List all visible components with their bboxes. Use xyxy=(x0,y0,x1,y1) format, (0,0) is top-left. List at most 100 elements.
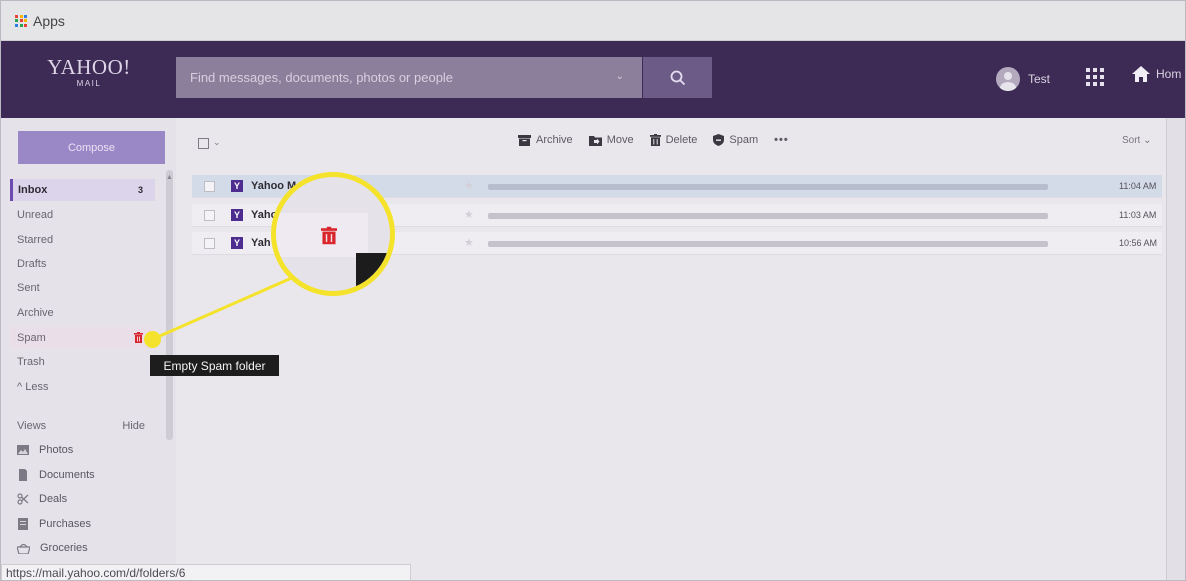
chevron-down-icon[interactable]: ⌄ xyxy=(213,137,221,148)
message-time: 11:03 AM xyxy=(1119,210,1157,220)
yahoo-logo-icon: Y xyxy=(231,209,243,221)
status-bar-url: https://mail.yahoo.com/d/folders/6 xyxy=(1,564,411,580)
unread-count-badge: 3 xyxy=(137,185,143,195)
view-item-label: Photos xyxy=(39,444,74,456)
search-button[interactable] xyxy=(643,57,712,98)
apps-grid-icon[interactable] xyxy=(1086,68,1104,86)
sidebar: Compose Inbox 3 Unread Starred Drafts Se… xyxy=(1,118,176,580)
views-header: Views Hide xyxy=(17,420,145,432)
spam-label: Spam xyxy=(729,134,759,146)
sidebar-item-spam[interactable]: Spam xyxy=(10,327,155,349)
magnified-view xyxy=(276,177,390,291)
message-preview-blurred xyxy=(488,241,1048,247)
message-time: 11:04 AM xyxy=(1119,181,1157,191)
scissors-icon xyxy=(17,493,29,505)
view-item-label: Deals xyxy=(39,493,68,505)
view-item-photos[interactable]: Photos xyxy=(17,444,73,456)
basket-icon xyxy=(17,543,30,554)
tooltip: Empty Spam folder xyxy=(150,355,279,376)
view-item-deals[interactable]: Deals xyxy=(17,493,67,505)
scroll-up-arrow-icon[interactable]: ▲ xyxy=(166,174,173,181)
bookmarks-bar: Apps xyxy=(1,1,1185,41)
sidebar-item-inbox[interactable]: Inbox 3 xyxy=(10,179,155,201)
view-item-purchases[interactable]: Purchases xyxy=(17,518,91,530)
message-checkbox[interactable] xyxy=(204,238,215,249)
empty-spam-trash-icon[interactable] xyxy=(134,332,143,343)
archive-icon xyxy=(518,134,531,146)
sidebar-item-label: Trash xyxy=(17,356,45,368)
user-menu[interactable]: Test xyxy=(996,67,1050,91)
message-time: 10:56 AM xyxy=(1119,238,1158,248)
star-icon[interactable]: ★ xyxy=(464,179,474,192)
toolbar-actions: Archive Move Delete Spam ••• xyxy=(518,134,789,146)
message-checkbox[interactable] xyxy=(204,210,215,221)
sidebar-item-unread[interactable]: Unread xyxy=(10,204,155,226)
archive-button[interactable]: Archive xyxy=(518,134,573,146)
yahoo-mail-logo[interactable]: YAHOO! MAIL xyxy=(21,55,157,88)
message-checkbox[interactable] xyxy=(204,181,215,192)
logo-text: YAHOO! xyxy=(47,55,131,79)
compose-button[interactable]: Compose xyxy=(18,131,165,164)
view-item-label: Purchases xyxy=(39,518,91,530)
shield-icon xyxy=(713,134,725,146)
sidebar-item-label: Drafts xyxy=(17,258,47,270)
sidebar-item-label: Starred xyxy=(17,234,54,246)
more-actions-icon[interactable]: ••• xyxy=(774,134,789,146)
photos-icon xyxy=(17,445,29,455)
move-folder-icon xyxy=(588,135,602,146)
yahoo-logo-icon: Y xyxy=(231,180,243,192)
mail-header: YAHOO! MAIL ⌄ Test Hom xyxy=(1,41,1185,118)
screen: Apps YAHOO! MAIL ⌄ Test xyxy=(0,0,1186,581)
page-scrollbar[interactable] xyxy=(1166,118,1185,580)
yahoo-logo-icon: Y xyxy=(231,237,243,249)
home-label: Hom xyxy=(1156,67,1182,81)
magnified-tooltip-edge xyxy=(356,253,390,291)
select-all-checkbox[interactable] xyxy=(198,138,209,149)
search-box: ⌄ xyxy=(176,57,642,98)
sidebar-item-trash[interactable]: Trash xyxy=(10,351,155,373)
apps-grid-icon xyxy=(15,14,27,27)
spam-button[interactable]: Spam xyxy=(713,134,758,146)
view-item-documents[interactable]: Documents xyxy=(17,469,95,481)
sidebar-item-label: Archive xyxy=(17,307,54,319)
hide-views-link[interactable]: Hide xyxy=(122,420,145,432)
archive-label: Archive xyxy=(536,134,573,146)
sidebar-item-label: Unread xyxy=(17,209,54,221)
sidebar-item-drafts[interactable]: Drafts xyxy=(10,253,155,275)
star-icon[interactable]: ★ xyxy=(464,236,474,249)
message-preview-blurred xyxy=(488,184,1048,190)
sidebar-item-archive[interactable]: Archive xyxy=(10,302,155,324)
magnifier-callout xyxy=(271,172,395,296)
home-icon xyxy=(1132,66,1150,82)
view-item-label: Groceries xyxy=(40,542,88,554)
avatar xyxy=(996,67,1020,91)
sort-dropdown[interactable]: Sort ⌄ xyxy=(1122,135,1152,146)
view-item-groceries[interactable]: Groceries xyxy=(17,542,88,554)
view-item-label: Documents xyxy=(39,469,95,481)
callout-dot xyxy=(144,331,161,348)
trash-icon xyxy=(649,134,661,146)
sidebar-item-sent[interactable]: Sent xyxy=(10,277,155,299)
sidebar-item-label: Sent xyxy=(17,282,40,294)
apps-bookmark[interactable]: Apps xyxy=(15,13,65,29)
sidebar-item-starred[interactable]: Starred xyxy=(10,229,155,251)
move-label: Move xyxy=(606,134,634,146)
sidebar-item-label: Spam xyxy=(17,332,46,344)
home-link[interactable]: Hom xyxy=(1131,65,1181,83)
sidebar-less-toggle[interactable]: ^ Less xyxy=(10,376,155,398)
search-input[interactable] xyxy=(190,70,610,85)
move-button[interactable]: Move xyxy=(588,134,634,146)
document-icon xyxy=(19,469,27,481)
views-label: Views xyxy=(17,420,47,432)
delete-button[interactable]: Delete xyxy=(649,134,697,146)
message-sender: Yah xyxy=(251,237,271,249)
logo-subtext: MAIL xyxy=(76,79,102,88)
sidebar-item-label: Inbox xyxy=(18,184,48,196)
chevron-down-icon[interactable]: ⌄ xyxy=(616,71,624,82)
message-preview-blurred xyxy=(488,213,1048,219)
sidebar-scrollbar[interactable] xyxy=(166,170,173,440)
receipt-icon xyxy=(18,518,28,530)
trash-icon xyxy=(321,226,337,245)
star-icon[interactable]: ★ xyxy=(464,208,474,221)
search-icon xyxy=(670,70,685,85)
